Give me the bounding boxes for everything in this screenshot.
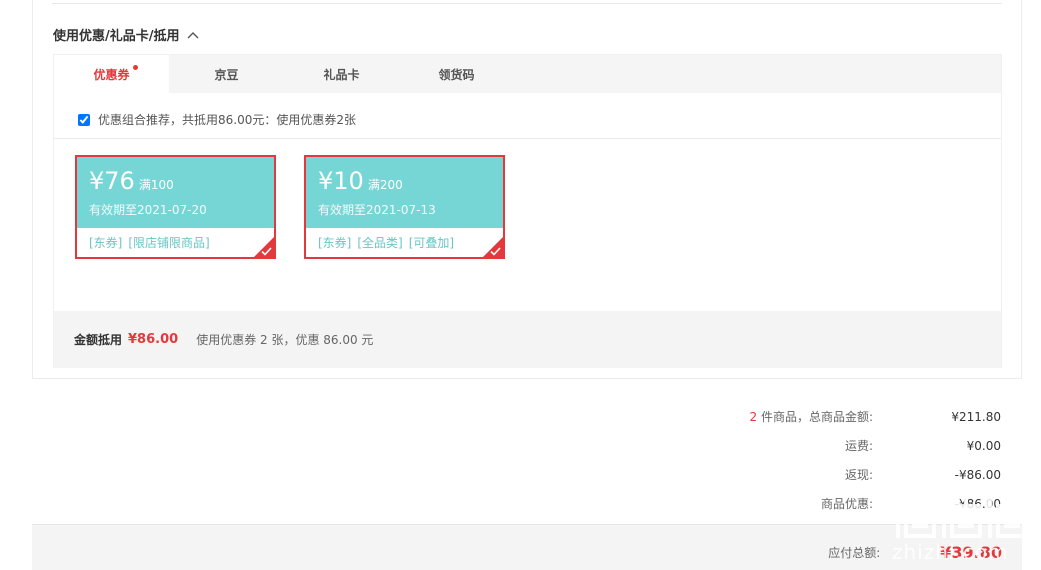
total-row: 2 件商品，总商品金额: ¥211.80 [701, 402, 1002, 431]
divider [52, 3, 1002, 4]
coupon-tag: [东券] [89, 236, 123, 250]
coupon-condition: 满200 [367, 178, 403, 192]
checkmark-icon [261, 247, 272, 256]
coupon-tag: [限店铺限商品] [128, 236, 210, 250]
coupon-card[interactable]: ¥10 满200 有效期至2021-07-13 [东券] [全品类] [可叠加] [304, 155, 505, 259]
items-value: ¥211.80 [951, 409, 1001, 424]
coupon-amount: ¥10 [318, 167, 364, 195]
combo-checkbox[interactable] [78, 113, 90, 126]
tab-bar: 优惠券 京豆 礼品卡 领货码 [54, 55, 1001, 93]
coupon-tags: [东券] [限店铺限商品] [77, 228, 274, 257]
tab-jingdou[interactable]: 京豆 [169, 55, 284, 93]
shipping-label: 运费: [844, 439, 873, 453]
shipping-value: ¥0.00 [966, 438, 1001, 453]
summary-label: 金额抵用 [74, 333, 123, 347]
tab-pickup-code[interactable]: 领货码 [399, 55, 514, 93]
checkmark-icon [490, 247, 501, 256]
total-row: 商品优惠: -¥86.00 [701, 489, 1001, 518]
discount-box: 优惠券 京豆 礼品卡 领货码 优惠组合推荐，共抵用86.00元：使用优惠券2张 … [53, 54, 1002, 368]
item-count: 2 [749, 410, 758, 424]
chevron-up-icon[interactable] [186, 28, 200, 42]
discount-summary: 金额抵用 ¥86.00 使用优惠券 2 张，优惠 86.00 元 [54, 311, 1001, 368]
summary-description: 使用优惠券 2 张，优惠 86.00 元 [196, 333, 374, 347]
tab-coupons[interactable]: 优惠券 [54, 55, 169, 93]
section-header[interactable]: 使用优惠/礼品卡/抵用 [53, 25, 200, 44]
coupon-tag: [可叠加] [408, 236, 455, 250]
order-totals: 2 件商品，总商品金额: ¥211.80 运费: ¥0.00 返现: -¥86.… [701, 402, 1002, 518]
coupon-amount: ¥76 [89, 167, 135, 195]
payment-bar: 应付总额: ¥39.80 [32, 524, 1022, 570]
total-row: 返现: -¥86.00 [701, 460, 1001, 489]
combo-text: 优惠组合推荐，共抵用86.00元：使用优惠券2张 [98, 113, 356, 127]
section-title: 使用优惠/礼品卡/抵用 [53, 29, 180, 44]
summary-amount: ¥86.00 [128, 332, 179, 347]
coupon-validity: 有效期至2021-07-13 [318, 203, 436, 217]
items-label: 件商品，总商品金额: [757, 410, 873, 424]
coupon-card[interactable]: ¥76 满100 有效期至2021-07-20 [东券] [限店铺限商品] [75, 155, 276, 259]
coupon-condition: 满100 [138, 178, 174, 192]
tab-gift-card[interactable]: 礼品卡 [284, 55, 399, 93]
payable-label: 应付总额: [828, 546, 881, 560]
coupon-tags: [东券] [全品类] [可叠加] [306, 228, 503, 257]
coupon-tag: [东券] [318, 236, 352, 250]
coupon-validity: 有效期至2021-07-20 [89, 203, 207, 217]
total-row: 运费: ¥0.00 [701, 431, 1001, 460]
discount-value: -¥86.00 [954, 496, 1001, 511]
rebate-value: -¥86.00 [954, 467, 1001, 482]
rebate-label: 返现: [844, 468, 873, 482]
divider [54, 138, 1001, 139]
discount-label: 商品优惠: [820, 497, 873, 511]
combo-recommend[interactable]: 优惠组合推荐，共抵用86.00元：使用优惠券2张 [78, 111, 356, 128]
coupon-tag: [全品类] [357, 236, 403, 250]
payable-amount: ¥39.80 [940, 543, 1002, 562]
notification-dot [133, 65, 138, 70]
